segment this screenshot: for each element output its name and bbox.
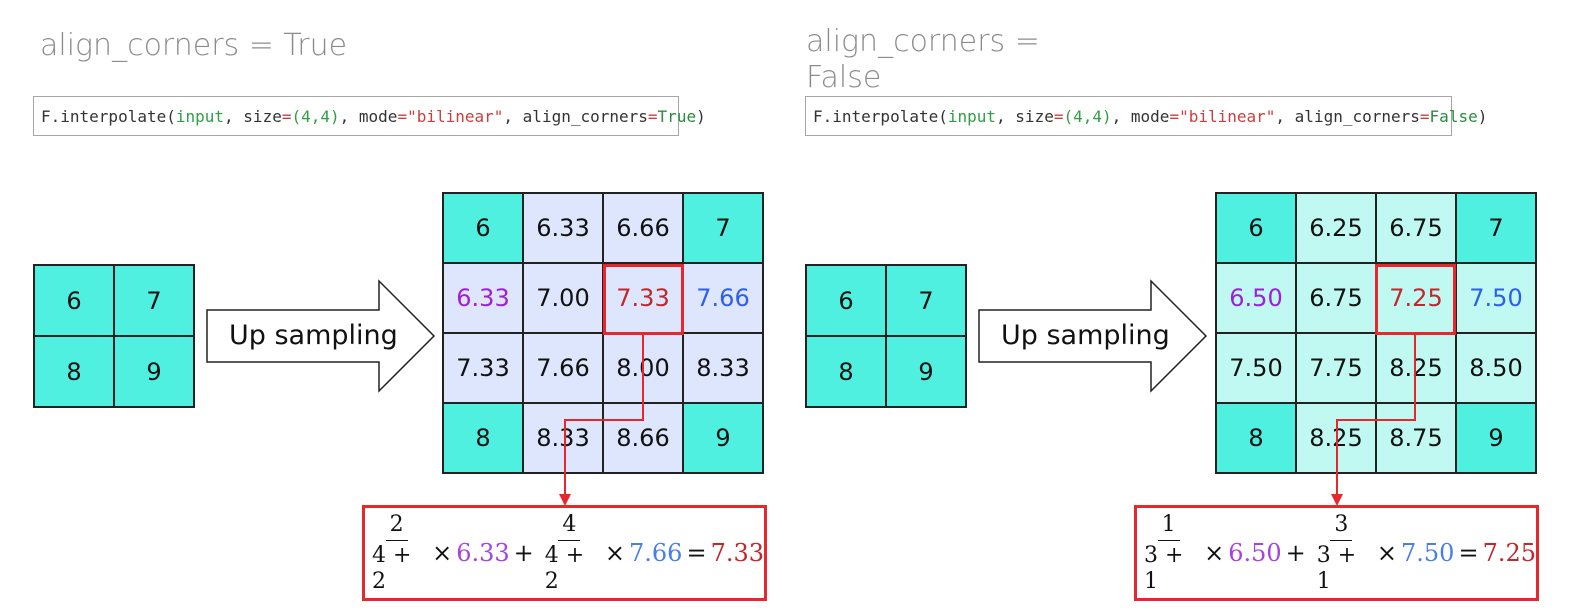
output-cell: 7 [684, 194, 764, 264]
code-bool-val: False [1429, 107, 1478, 126]
input-cell: 6 [35, 266, 115, 337]
equals-symbol: = [686, 539, 707, 567]
input-grid-false: 6 7 8 9 [805, 264, 967, 408]
times-symbol: × [1376, 539, 1398, 567]
fraction-numerator: 2 [385, 512, 408, 541]
code-bool-val: True [657, 107, 697, 126]
formula-right-value: 7.50 [1401, 539, 1455, 567]
formula-result: 7.33 [710, 539, 764, 567]
code-arg-input: input [175, 107, 225, 126]
leader-arrow-false [1331, 334, 1416, 506]
input-cell: 9 [115, 337, 195, 408]
formula-result: 7.25 [1482, 539, 1536, 567]
output-cell: 7.33 [444, 334, 524, 404]
code-snippet-true: F.interpolate(input, size=(4,4), mode="b… [33, 96, 706, 136]
weight-fraction: 1 3 + 1 [1140, 512, 1197, 595]
code-sep: , size [224, 107, 282, 126]
fraction-denominator: 3 + 1 [1144, 542, 1184, 594]
target-cell-highlight-false [1375, 264, 1456, 335]
fraction-denominator: 4 + 2 [372, 542, 412, 594]
code-mode-val: "bilinear" [407, 107, 504, 126]
output-cell: 6.75 [1297, 264, 1377, 334]
fraction-numerator: 1 [1157, 512, 1180, 541]
code-fn: F.interpolate( [41, 107, 176, 126]
weight-fraction: 4 4 + 2 [541, 512, 598, 595]
code-close: ) [696, 107, 706, 126]
output-cell: 8 [444, 404, 524, 474]
input-cell: 8 [35, 337, 115, 408]
code-eq: = [397, 107, 408, 126]
output-cell-right-source: 7.50 [1457, 264, 1537, 334]
fraction-numerator: 4 [558, 512, 581, 541]
output-cell: 6.25 [1297, 194, 1377, 264]
code-arg-input: input [947, 107, 997, 126]
weight-fraction: 3 3 + 1 [1313, 512, 1370, 595]
upsampling-label: Up sampling [229, 320, 398, 351]
input-cell: 8 [807, 337, 887, 408]
code-sep: , mode [339, 107, 398, 126]
fraction-denominator: 4 + 2 [544, 542, 585, 594]
plus-symbol: + [513, 539, 534, 567]
output-cell: 6 [1217, 194, 1297, 264]
equals-symbol: = [1458, 539, 1479, 567]
code-eq: = [1419, 107, 1430, 126]
output-cell-right-source: 7.66 [684, 264, 764, 334]
leader-arrow-true [559, 334, 644, 506]
input-cell: 7 [887, 266, 967, 337]
formula-box-false: 1 3 + 1 × 6.50 + 3 3 + 1 × 7.50 = 7.25 [1134, 505, 1539, 601]
fraction-numerator: 3 [1330, 512, 1353, 541]
fraction-denominator: 3 + 1 [1316, 542, 1357, 594]
output-cell: 9 [1457, 404, 1537, 474]
times-symbol: × [432, 539, 453, 567]
code-close: ) [1477, 107, 1488, 126]
output-cell: 8 [1217, 404, 1297, 474]
output-cell: 6.75 [1377, 194, 1457, 264]
formula-box-true: 2 4 + 2 × 6.33 + 4 4 + 2 × 7.66 = 7.33 [362, 505, 767, 601]
output-cell: 7.00 [524, 264, 604, 334]
output-cell-left-source: 6.33 [444, 264, 524, 334]
output-cell: 6.66 [604, 194, 684, 264]
code-sep: , align_corners [1275, 107, 1420, 126]
code-sep: , mode [1111, 107, 1170, 126]
plus-symbol: + [1285, 539, 1306, 567]
output-cell-left-source: 6.50 [1217, 264, 1297, 334]
target-cell-highlight-true [603, 264, 684, 335]
output-cell: 6.33 [524, 194, 604, 264]
times-symbol: × [1204, 539, 1225, 567]
output-cell: 8.33 [684, 334, 764, 404]
input-grid-true: 6 7 8 9 [33, 264, 195, 408]
output-cell: 7 [1457, 194, 1537, 264]
output-cell: 7.50 [1217, 334, 1297, 404]
input-cell: 9 [887, 337, 967, 408]
times-symbol: × [604, 539, 626, 567]
input-cell: 7 [115, 266, 195, 337]
upsampling-label: Up sampling [1001, 320, 1170, 351]
code-sep: , align_corners [503, 107, 648, 126]
formula-left-value: 6.50 [1228, 539, 1282, 567]
panel-title-false: align_corners = False [806, 24, 1040, 95]
output-cell: 6 [444, 194, 524, 264]
formula-left-value: 6.33 [456, 539, 510, 567]
input-cell: 6 [807, 266, 887, 337]
weight-fraction: 2 4 + 2 [368, 512, 425, 595]
code-snippet-false: F.interpolate(input, size=(4,4), mode="b… [805, 96, 1487, 136]
code-sep: , size [996, 107, 1054, 126]
panel-title-true: align_corners = True [40, 28, 348, 63]
code-fn: F.interpolate( [813, 107, 948, 126]
code-eq: = [647, 107, 658, 126]
output-cell: 8.50 [1457, 334, 1537, 404]
code-size-val: (4,4) [291, 107, 340, 126]
code-eq: = [1169, 107, 1180, 126]
output-cell: 9 [684, 404, 764, 474]
code-mode-val: "bilinear" [1179, 107, 1276, 126]
code-size-val: (4,4) [1063, 107, 1112, 126]
formula-right-value: 7.66 [629, 539, 683, 567]
